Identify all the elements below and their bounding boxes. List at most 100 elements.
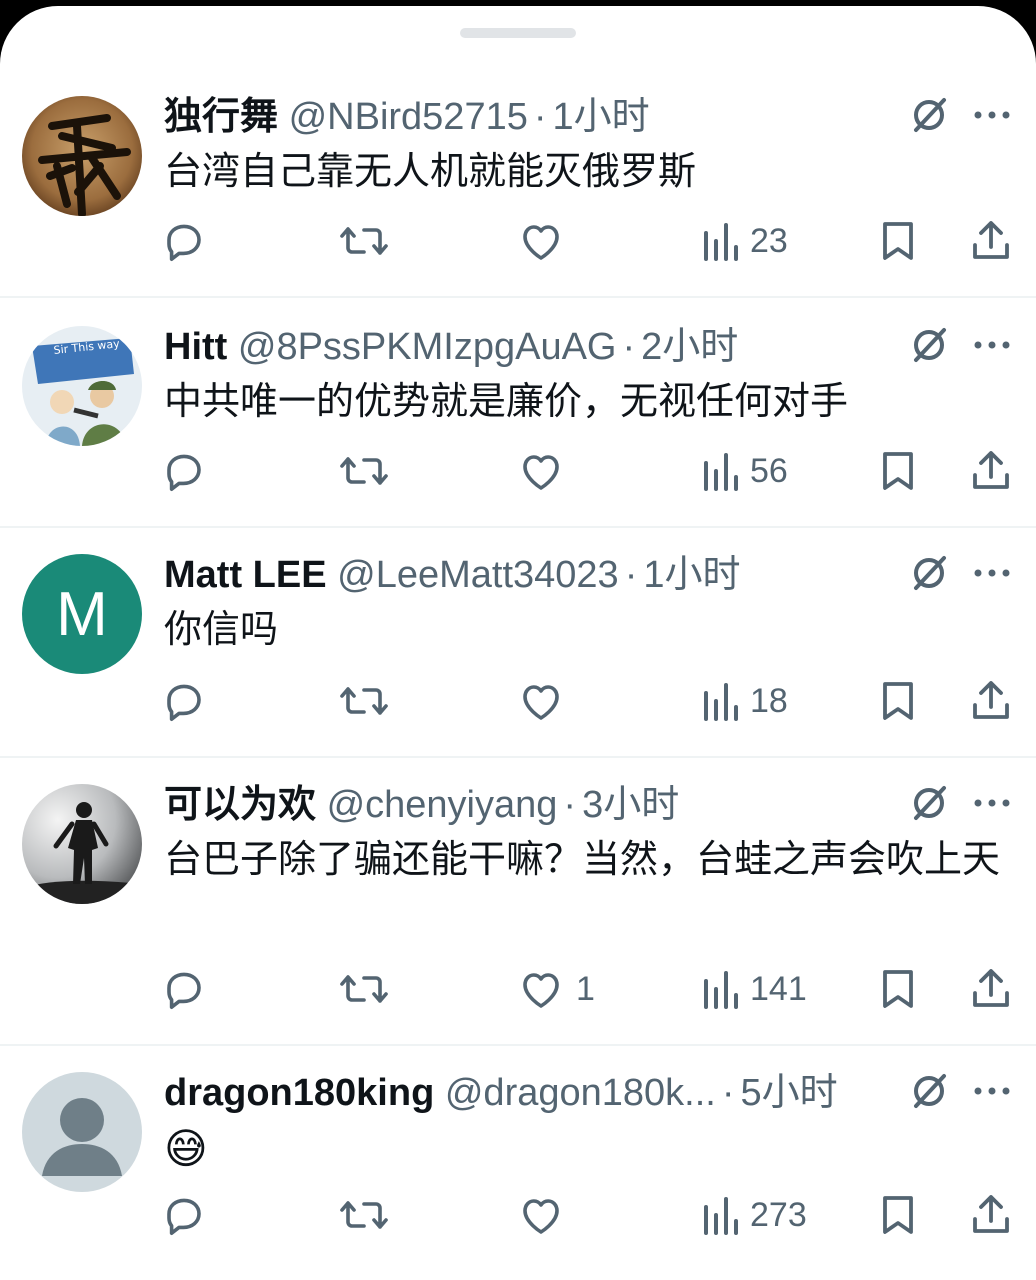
- like-button[interactable]: [516, 216, 576, 266]
- reply-icon: [167, 684, 201, 721]
- reply-text: 中共唯一的优势就是廉价，无视任何对手: [164, 381, 849, 423]
- user-handle[interactable]: @dragon180k...: [445, 1072, 716, 1114]
- repost-button[interactable]: [338, 1190, 390, 1240]
- bookmark-button[interactable]: [876, 446, 920, 496]
- share-button[interactable]: [968, 676, 1014, 726]
- bookmark-icon: [883, 970, 913, 1008]
- user-handle[interactable]: @LeeMatt34023: [337, 554, 619, 596]
- avatar[interactable]: Sir This way: [22, 326, 142, 446]
- reply-item[interactable]: 独行舞 @NBird52715 · 1小时 台湾自己靠无人机就能灭俄罗斯 23: [0, 66, 1036, 298]
- retweet-icon: [340, 457, 388, 485]
- share-button[interactable]: [968, 1190, 1014, 1240]
- reply-button[interactable]: [160, 964, 208, 1014]
- bookmark-button[interactable]: [876, 676, 920, 726]
- separator-dot: ·: [624, 554, 638, 596]
- like-count: 1: [576, 969, 595, 1008]
- action-bar: 1 141: [0, 964, 1036, 1014]
- reply-button[interactable]: [160, 1190, 208, 1240]
- more-icon[interactable]: [972, 1068, 1012, 1114]
- grok-icon[interactable]: [906, 322, 952, 368]
- bookmark-icon: [883, 452, 913, 490]
- user-handle[interactable]: @chenyiyang: [327, 784, 558, 826]
- repost-button[interactable]: [338, 216, 390, 266]
- reply-item[interactable]: Sir This way Hitt @8PssPKMIzpgAuAG · 2小时 中…: [0, 298, 1036, 528]
- reply-header: dragon180king @dragon180k... · 5小时: [164, 1070, 838, 1116]
- reply-button[interactable]: [160, 446, 208, 496]
- views-icon: [704, 971, 738, 1009]
- share-button[interactable]: [968, 964, 1014, 1014]
- user-handle[interactable]: @8PssPKMIzpgAuAG: [238, 326, 617, 368]
- retweet-icon: [340, 1201, 388, 1229]
- views-button[interactable]: 18: [700, 676, 788, 726]
- bookmark-icon: [883, 222, 913, 260]
- display-name[interactable]: 可以为欢: [164, 784, 316, 826]
- display-name[interactable]: dragon180king: [164, 1072, 434, 1114]
- views-button[interactable]: 273: [700, 1190, 807, 1240]
- like-button[interactable]: [516, 676, 576, 726]
- timestamp[interactable]: 2小时: [641, 326, 738, 368]
- reply-item[interactable]: 可以为欢 @chenyiyang · 3小时 台巴子除了骗还能干嘛？当然，台蛙之声会…: [0, 758, 1036, 1046]
- timestamp[interactable]: 5小时: [741, 1072, 838, 1114]
- view-count: 23: [750, 221, 788, 260]
- avatar[interactable]: M: [22, 554, 142, 674]
- avatar[interactable]: [22, 96, 142, 216]
- avatar[interactable]: [22, 1072, 142, 1192]
- share-button[interactable]: [968, 216, 1014, 266]
- reply-header: Hitt @8PssPKMIzpgAuAG · 2小时: [164, 324, 738, 370]
- more-icon[interactable]: [972, 322, 1012, 368]
- reply-icon: [167, 1198, 201, 1235]
- reply-button[interactable]: [160, 676, 208, 726]
- like-button[interactable]: [516, 446, 576, 496]
- action-bar: 273: [0, 1190, 1036, 1240]
- avatar[interactable]: [22, 784, 142, 904]
- view-count: 141: [750, 969, 807, 1008]
- timestamp[interactable]: 1小时: [553, 96, 650, 138]
- action-bar: 18: [0, 676, 1036, 726]
- reply-text: 😅: [164, 1125, 208, 1172]
- reply-item[interactable]: M Matt LEE @LeeMatt34023 · 1小时 你信吗 18: [0, 528, 1036, 758]
- separator-dot: ·: [721, 1072, 735, 1114]
- repost-button[interactable]: [338, 964, 390, 1014]
- bookmark-icon: [883, 1196, 913, 1234]
- share-icon: [973, 221, 1009, 259]
- separator-dot: ·: [563, 784, 577, 826]
- reply-icon: [167, 454, 201, 491]
- reply-header: 可以为欢 @chenyiyang · 3小时: [164, 782, 679, 828]
- sheet-grabber-handle[interactable]: [460, 28, 576, 38]
- grok-icon[interactable]: [906, 92, 952, 138]
- like-icon: [523, 973, 559, 1008]
- repost-button[interactable]: [338, 676, 390, 726]
- display-name[interactable]: Matt LEE: [164, 554, 327, 596]
- more-icon[interactable]: [972, 92, 1012, 138]
- more-icon[interactable]: [972, 780, 1012, 826]
- views-button[interactable]: 141: [700, 964, 807, 1014]
- display-name[interactable]: Hitt: [164, 326, 227, 368]
- timestamp[interactable]: 3小时: [582, 784, 679, 826]
- bookmark-button[interactable]: [876, 216, 920, 266]
- like-button[interactable]: [516, 1190, 576, 1240]
- more-icon[interactable]: [972, 550, 1012, 596]
- grok-icon[interactable]: [906, 550, 952, 596]
- views-icon: [704, 683, 738, 721]
- grok-icon[interactable]: [906, 1068, 952, 1114]
- reply-item[interactable]: dragon180king @dragon180k... · 5小时 😅 273: [0, 1046, 1036, 1280]
- action-bar: 56: [0, 446, 1036, 496]
- grok-icon[interactable]: [906, 780, 952, 826]
- like-icon: [523, 1199, 559, 1234]
- bookmark-button[interactable]: [876, 1190, 920, 1240]
- like-button[interactable]: 1: [516, 964, 595, 1014]
- reply-button[interactable]: [160, 216, 208, 266]
- default-user-avatar: [42, 1098, 122, 1176]
- timestamp[interactable]: 1小时: [643, 554, 740, 596]
- share-icon: [973, 969, 1009, 1007]
- views-icon: [704, 1197, 738, 1235]
- repost-button[interactable]: [338, 446, 390, 496]
- like-icon: [523, 455, 559, 490]
- bookmark-button[interactable]: [876, 964, 920, 1014]
- views-button[interactable]: 56: [700, 446, 788, 496]
- user-handle[interactable]: @NBird52715: [289, 96, 528, 138]
- view-count: 56: [750, 451, 788, 490]
- share-button[interactable]: [968, 446, 1014, 496]
- display-name[interactable]: 独行舞: [164, 96, 278, 138]
- views-button[interactable]: 23: [700, 216, 788, 266]
